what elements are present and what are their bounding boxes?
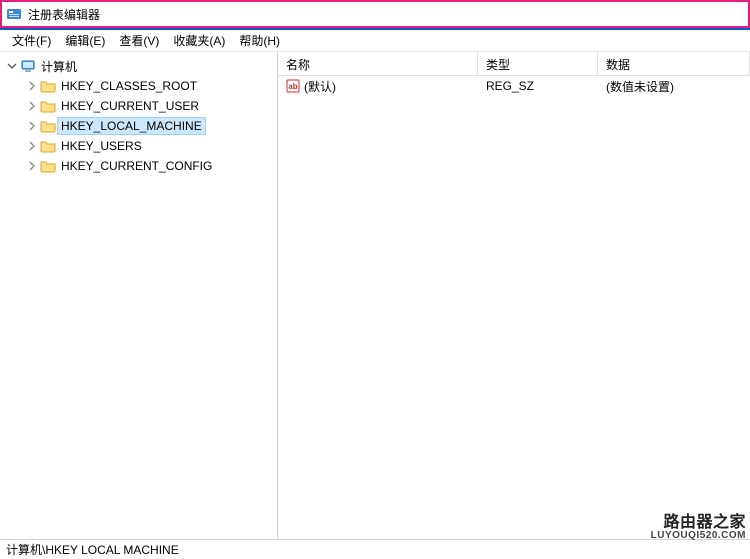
string-value-icon: ab (286, 79, 300, 93)
tree-item[interactable]: HKEY_CURRENT_CONFIG (2, 156, 275, 176)
svg-text:ab: ab (288, 82, 297, 91)
tree-item-label: HKEY_LOCAL_MACHINE (58, 118, 205, 134)
chevron-down-icon[interactable] (6, 60, 18, 72)
cell-name: ab(默认) (278, 76, 478, 97)
tree-item[interactable]: HKEY_LOCAL_MACHINE (2, 116, 275, 136)
column-data[interactable]: 数据 (598, 52, 750, 75)
tree-item-label: HKEY_CURRENT_USER (58, 98, 202, 114)
cell-type: REG_SZ (478, 77, 598, 95)
tree-pane[interactable]: 计算机 HKEY_CLASSES_ROOT HKEY_CURRENT_USER HK… (0, 52, 278, 539)
tree-root-label: 计算机 (38, 57, 80, 76)
tree-item-label: HKEY_USERS (58, 138, 145, 154)
window-title: 注册表编辑器 (28, 6, 100, 23)
chevron-right-icon[interactable] (26, 140, 38, 152)
folder-icon (40, 98, 56, 114)
tree-item[interactable]: HKEY_USERS (2, 136, 275, 156)
chevron-right-icon[interactable] (26, 80, 38, 92)
workspace: 计算机 HKEY_CLASSES_ROOT HKEY_CURRENT_USER HK… (0, 52, 750, 539)
menu-edit[interactable]: 编辑(E) (59, 30, 111, 51)
folder-icon (40, 158, 56, 174)
chevron-right-icon[interactable] (26, 100, 38, 112)
computer-icon (20, 58, 36, 74)
menu-bar: 文件(F) 编辑(E) 查看(V) 收藏夹(A) 帮助(H) (0, 30, 750, 52)
tree-item-label: HKEY_CURRENT_CONFIG (58, 158, 215, 174)
cell-data: (数值未设置) (598, 76, 750, 97)
tree-item-label: HKEY_CLASSES_ROOT (58, 78, 200, 94)
regedit-icon (6, 6, 22, 22)
folder-icon (40, 118, 56, 134)
tree-root[interactable]: 计算机 (2, 56, 275, 76)
menu-view[interactable]: 查看(V) (113, 30, 165, 51)
folder-icon (40, 138, 56, 154)
tree-item[interactable]: HKEY_CLASSES_ROOT (2, 76, 275, 96)
column-type[interactable]: 类型 (478, 52, 598, 75)
list-header: 名称 类型 数据 (278, 52, 750, 76)
chevron-right-icon[interactable] (26, 160, 38, 172)
list-pane[interactable]: 名称 类型 数据 ab(默认)REG_SZ(数值未设置) (278, 52, 750, 539)
window-titlebar: 注册表编辑器 (0, 0, 750, 28)
list-row[interactable]: ab(默认)REG_SZ(数值未设置) (278, 76, 750, 96)
chevron-right-icon[interactable] (26, 120, 38, 132)
status-bar: 计算机\HKEY LOCAL MACHINE 路由器之家 LUYOUQI520.… (0, 539, 750, 559)
menu-help[interactable]: 帮助(H) (233, 30, 286, 51)
watermark-line2: LUYOUQI520.COM (651, 531, 746, 541)
folder-icon (40, 78, 56, 94)
menu-favorites[interactable]: 收藏夹(A) (167, 30, 231, 51)
column-name[interactable]: 名称 (278, 52, 478, 75)
menu-file[interactable]: 文件(F) (6, 30, 57, 51)
tree-item[interactable]: HKEY_CURRENT_USER (2, 96, 275, 116)
watermark-line1: 路由器之家 (651, 515, 746, 531)
watermark: 路由器之家 LUYOUQI520.COM (651, 515, 746, 541)
status-path: 计算机\HKEY LOCAL MACHINE (6, 541, 179, 558)
